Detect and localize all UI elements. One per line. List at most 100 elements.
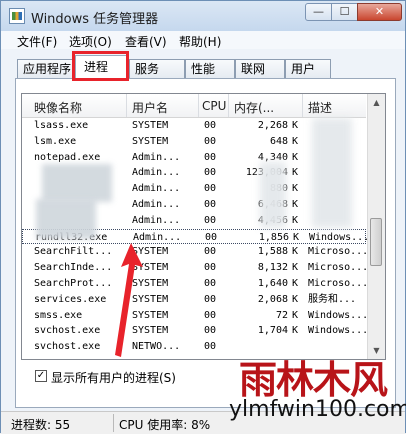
process-cpu: 00: [204, 341, 217, 353]
process-name: lsass.exe: [34, 120, 89, 131]
menu-help[interactable]: 帮助(H): [179, 33, 221, 50]
process-description: Microso...: [308, 262, 366, 274]
task-manager-app-icon: [9, 8, 25, 24]
process-cpu: 00: [204, 183, 217, 195]
status-cpu-usage: CPU 使用率: 8%: [119, 418, 211, 432]
process-cpu: 00: [204, 278, 217, 289]
process-memory: 648: [269, 135, 288, 147]
process-memory-unit: K: [292, 293, 299, 305]
process-memory: 72: [275, 309, 288, 321]
process-memory-unit: K: [292, 262, 299, 274]
menu-view[interactable]: 查看(V): [125, 33, 167, 50]
process-user: Admin...: [132, 199, 181, 210]
tab-networking[interactable]: 联网: [235, 59, 285, 79]
menu-bar: 文件(F) 选项(O) 查看(V) 帮助(H): [1, 31, 405, 49]
column-divider[interactable]: [198, 94, 199, 117]
process-memory-unit: K: [292, 214, 299, 226]
tab-performance[interactable]: 性能: [185, 59, 235, 79]
process-memory: 1,704: [257, 325, 288, 337]
process-cpu: 00: [204, 167, 217, 179]
column-header-cpu[interactable]: CPU: [202, 99, 226, 113]
column-header-memory[interactable]: 内存(...: [234, 99, 274, 116]
tab-users[interactable]: 用户: [285, 59, 331, 79]
title-bar[interactable]: Windows 任务管理器 — ☐ ✕: [1, 1, 405, 31]
process-memory-unit: K: [292, 167, 299, 179]
process-memory: 2,268: [257, 120, 288, 131]
process-description: Windows...: [308, 309, 366, 321]
minimize-button[interactable]: —: [305, 3, 332, 21]
blurred-region: [36, 199, 96, 239]
process-user: SYSTEM: [132, 135, 169, 147]
process-cpu: 00: [204, 199, 217, 210]
process-description: Windows...: [309, 231, 367, 243]
process-memory-unit: K: [292, 325, 299, 337]
table-row[interactable]: smss.exe SYSTEM 00 72 K Windows...: [22, 308, 366, 323]
process-memory-unit: K: [292, 135, 299, 147]
column-divider[interactable]: [126, 94, 127, 117]
table-row[interactable]: SearchFilt... SYSTEM 00 1,588 K Microso...: [22, 244, 366, 259]
process-cpu: 00: [204, 151, 217, 163]
process-memory: 8,132: [257, 262, 288, 274]
process-memory-unit: K: [292, 309, 299, 321]
process-cpu: 00: [204, 262, 217, 274]
process-cpu: 00: [204, 135, 217, 147]
process-memory: 2,068: [257, 293, 288, 305]
process-memory-unit: K: [292, 151, 299, 163]
process-name: notepad.exe: [34, 151, 101, 163]
column-divider[interactable]: [302, 94, 303, 117]
process-memory-unit: K: [292, 278, 299, 289]
process-memory: 1,588: [257, 246, 288, 258]
process-user: Admin...: [132, 151, 181, 163]
close-button[interactable]: ✕: [357, 3, 402, 21]
process-cpu: 00: [204, 120, 217, 131]
watermark-url: ylmfwin100.com: [229, 397, 406, 422]
process-user: SYSTEM: [132, 120, 169, 131]
process-description: Microso...: [308, 278, 366, 289]
process-memory: 1,856: [258, 231, 289, 243]
scrollbar-thumb[interactable]: [370, 218, 382, 266]
table-row[interactable]: services.exe SYSTEM 00 2,068 K 服务和...: [22, 292, 366, 307]
process-memory-unit: K: [292, 199, 299, 210]
process-memory-unit: K: [292, 183, 299, 195]
task-manager-window: Windows 任务管理器 — ☐ ✕ 文件(F) 选项(O) 查看(V) 帮助…: [0, 0, 406, 434]
process-description: 服务和...: [308, 293, 357, 305]
blurred-region: [312, 118, 352, 228]
table-row[interactable]: svchost.exe SYSTEM 00 1,704 K Windows...: [22, 323, 366, 338]
process-list[interactable]: 映像名称 用户名 CPU 内存(... 描述 lsass.exe SYSTEM 00…: [21, 93, 386, 360]
table-row[interactable]: SearchInde... SYSTEM 00 8,132 K Microso...: [22, 260, 366, 275]
process-cpu: 00: [204, 325, 217, 337]
column-header-image-name[interactable]: 映像名称: [34, 99, 82, 116]
table-row[interactable]: SearchProt... SYSTEM 00 1,640 K Microso...: [22, 276, 366, 291]
process-cpu: 00: [204, 309, 217, 321]
process-user: Admin...: [132, 183, 181, 195]
show-all-users-checkbox[interactable]: ✓: [35, 370, 47, 382]
maximize-button[interactable]: ☐: [331, 3, 358, 21]
process-description: Windows...: [308, 325, 366, 337]
vertical-scrollbar[interactable]: ▲ ▼: [367, 94, 385, 359]
menu-file[interactable]: 文件(F): [17, 33, 57, 50]
process-memory: 1,640: [257, 278, 288, 289]
status-divider: [113, 414, 114, 432]
scroll-up-arrow-icon[interactable]: ▲: [368, 94, 385, 111]
status-process-count: 进程数: 55: [11, 418, 71, 432]
process-description: Microso...: [308, 246, 366, 258]
column-divider[interactable]: [228, 94, 229, 117]
tab-services[interactable]: 服务: [129, 59, 185, 79]
process-user: Admin...: [132, 167, 181, 179]
watermark-text: 雨林木风: [239, 357, 388, 402]
process-memory-unit: K: [292, 246, 299, 258]
process-cpu: 00: [205, 231, 218, 243]
show-all-users-label: 显示所有用户的进程(S): [51, 371, 176, 385]
process-cpu: 00: [204, 214, 217, 226]
column-header-description[interactable]: 描述: [308, 99, 332, 116]
process-name: lsm.exe: [34, 135, 77, 147]
blurred-region: [42, 164, 112, 202]
tab-highlight-box: [72, 51, 129, 81]
menu-options[interactable]: 选项(O): [69, 33, 112, 50]
tab-applications[interactable]: 应用程序: [17, 59, 75, 79]
red-arrow-annotation: [115, 243, 143, 357]
blurred-region: [260, 162, 286, 228]
process-memory-unit: K: [293, 231, 300, 243]
list-header: 映像名称 用户名 CPU 内存(... 描述: [22, 94, 366, 118]
column-header-user[interactable]: 用户名: [132, 99, 168, 116]
